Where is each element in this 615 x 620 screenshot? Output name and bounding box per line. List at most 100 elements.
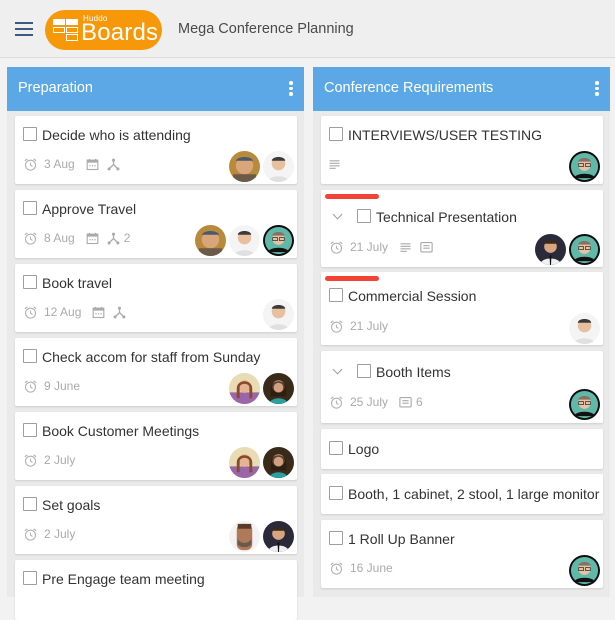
avatar[interactable] [262, 520, 295, 553]
card[interactable]: Book Customer Meetings 2 July [15, 412, 297, 480]
card-title: Commercial Session [348, 288, 477, 304]
top-bar: Huddo Boards Mega Conference Planning [0, 0, 615, 58]
avatar[interactable] [262, 298, 295, 331]
subtask-count: 2 [123, 231, 131, 245]
logo-grid-icon [53, 19, 79, 41]
due-date: 3 Aug [44, 157, 75, 171]
more-options-icon[interactable] [288, 81, 294, 97]
task-checkbox[interactable] [23, 127, 37, 141]
chevron-down-icon[interactable] [331, 366, 345, 376]
card[interactable]: Logo [321, 429, 603, 469]
avatar[interactable] [568, 388, 601, 421]
avatar[interactable] [262, 224, 295, 257]
task-checkbox[interactable] [23, 571, 37, 585]
due-date: 21 July [350, 319, 389, 333]
avatar[interactable] [228, 224, 261, 257]
card[interactable]: Booth, 1 cabinet, 2 stool, 1 large monit… [321, 474, 603, 514]
comment-icon [398, 395, 413, 410]
task-checkbox[interactable] [23, 275, 37, 289]
description-icon [327, 157, 342, 172]
due-date: 9 June [44, 379, 81, 393]
description-icon [398, 240, 413, 255]
avatar[interactable] [228, 372, 261, 405]
comment-icon [419, 240, 434, 255]
calendar-icon [85, 231, 100, 246]
avatar[interactable] [568, 554, 601, 587]
card[interactable]: Book travel 12 Aug [15, 264, 297, 332]
avatar[interactable] [228, 150, 261, 183]
card[interactable]: Pre Engage team meeting [15, 560, 297, 620]
priority-indicator [325, 194, 379, 199]
calendar-icon [91, 305, 106, 320]
alarm-icon [329, 395, 344, 410]
card-title: Booth Items [376, 364, 451, 380]
card[interactable]: Approve Travel 8 Aug 2 [15, 190, 297, 258]
task-checkbox[interactable] [23, 497, 37, 511]
task-checkbox[interactable] [357, 364, 371, 378]
task-checkbox[interactable] [329, 486, 343, 500]
card-title: Approve Travel [42, 201, 137, 217]
task-checkbox[interactable] [329, 441, 343, 455]
avatar[interactable] [262, 446, 295, 479]
avatar[interactable] [262, 372, 295, 405]
column-header: Preparation [7, 67, 304, 111]
avatar[interactable] [568, 150, 601, 183]
avatar[interactable] [568, 312, 601, 345]
alarm-icon [23, 527, 38, 542]
huddo-boards-logo[interactable]: Huddo Boards [45, 10, 162, 50]
card-title: Check accom for staff from Sunday [42, 349, 261, 365]
alarm-icon [329, 240, 344, 255]
avatar[interactable] [534, 233, 567, 266]
card[interactable]: Check accom for staff from Sunday 9 June [15, 338, 297, 406]
subtasks-icon [112, 305, 127, 320]
calendar-icon [85, 157, 100, 172]
card[interactable]: INTERVIEWS/USER TESTING [321, 116, 603, 184]
card[interactable]: Technical Presentation 21 July [321, 190, 603, 267]
task-checkbox[interactable] [23, 423, 37, 437]
task-checkbox[interactable] [329, 288, 343, 302]
column-preparation: Preparation Decide who is attending 3 Au… [7, 67, 304, 620]
card[interactable]: 1 Roll Up Banner 16 June [321, 520, 603, 588]
card-title: Pre Engage team meeting [42, 571, 205, 587]
due-date: 25 July [350, 395, 389, 409]
card-title: Technical Presentation [376, 209, 517, 225]
subtasks-icon [106, 157, 121, 172]
card-title: 1 Roll Up Banner [348, 531, 455, 547]
card-title: Logo [348, 441, 380, 457]
chevron-down-icon[interactable] [331, 211, 345, 221]
avatar[interactable] [262, 150, 295, 183]
hamburger-menu-icon[interactable] [15, 22, 33, 36]
alarm-icon [23, 453, 38, 468]
card[interactable]: Decide who is attending 3 Aug [15, 116, 297, 184]
task-checkbox[interactable] [357, 209, 371, 223]
task-checkbox[interactable] [23, 201, 37, 215]
task-checkbox[interactable] [23, 349, 37, 363]
alarm-icon [329, 319, 344, 334]
column-conference-requirements: Conference Requirements INTERVIEWS/USER … [313, 67, 610, 597]
alarm-icon [23, 379, 38, 394]
card-title: Decide who is attending [42, 127, 191, 143]
column-title: Conference Requirements [324, 80, 494, 96]
subtasks-icon [106, 231, 121, 246]
due-date: 2 July [44, 527, 76, 541]
alarm-icon [23, 157, 38, 172]
logo-big-text: Boards [81, 19, 159, 46]
due-date: 2 July [44, 453, 76, 467]
card[interactable]: Booth Items 25 July 6 [321, 351, 603, 423]
card-title: Book Customer Meetings [42, 423, 200, 439]
board-title: Mega Conference Planning [178, 21, 354, 37]
alarm-icon [23, 305, 38, 320]
due-date: 16 June [350, 561, 393, 575]
avatar[interactable] [194, 224, 227, 257]
avatar[interactable] [568, 233, 601, 266]
card-title: INTERVIEWS/USER TESTING [348, 127, 542, 143]
due-date: 21 July [350, 240, 389, 254]
task-checkbox[interactable] [329, 531, 343, 545]
due-date: 12 Aug [44, 305, 82, 319]
avatar[interactable] [228, 520, 261, 553]
card[interactable]: Commercial Session 21 July [321, 272, 603, 345]
card[interactable]: Set goals 2 July [15, 486, 297, 554]
avatar[interactable] [228, 446, 261, 479]
more-options-icon[interactable] [594, 81, 600, 97]
task-checkbox[interactable] [329, 127, 343, 141]
